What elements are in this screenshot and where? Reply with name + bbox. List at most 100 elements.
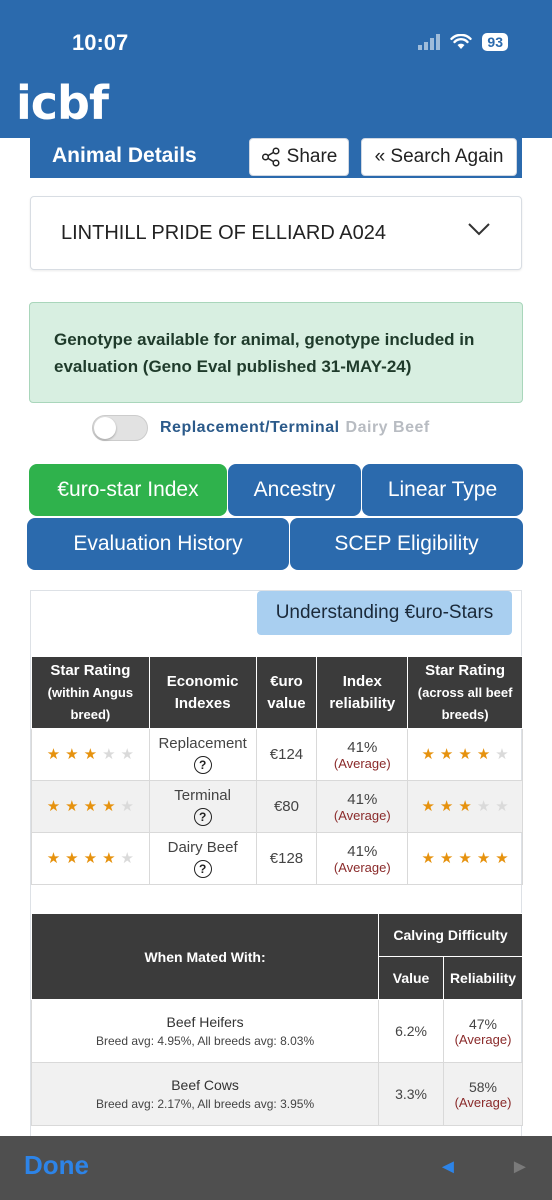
header-index-reliability: Index reliability	[316, 656, 409, 729]
breed-star-rating: ★ ★ ★ ★ ★	[47, 747, 134, 762]
app-header: 10:07 93 icbf	[0, 0, 552, 138]
star-filled-icon: ★	[46, 746, 61, 763]
share-label: Share	[286, 146, 338, 167]
calving-value: 6.2%	[378, 999, 445, 1063]
table-row: Beef Cows Breed avg: 2.17%, All breeds av…	[30, 1062, 523, 1126]
status-icons: 93	[418, 33, 508, 51]
star-empty-icon: ★	[476, 798, 491, 815]
star-filled-icon: ★	[439, 850, 454, 867]
star-filled-icon: ★	[46, 798, 61, 815]
toggle-label-dairy-beef: Dairy Beef	[345, 419, 430, 436]
mated-with-averages: Breed avg: 4.95%, All breeds avg: 8.03%	[95, 1034, 315, 1048]
signal-icon	[418, 34, 441, 50]
index-name: Replacement	[158, 735, 247, 752]
star-filled-icon: ★	[476, 850, 491, 867]
euro-value: €124	[255, 728, 318, 781]
share-icon	[261, 147, 280, 167]
animal-selector[interactable]: LINTHILL PRIDE OF ELLIARD A024	[30, 196, 522, 270]
index-name: Dairy Beef	[167, 839, 238, 856]
next-arrow-icon[interactable]: ►	[510, 1156, 530, 1179]
table-row: ★ ★ ★ ★ ★ Dairy Beef? €128 41% (Average) ★ ★ ★ ★…	[31, 832, 523, 885]
reliability-note: (Average)	[333, 859, 391, 875]
reliability-value: 58%	[468, 1078, 498, 1095]
tab-evaluation-history[interactable]: Evaluation History	[27, 518, 289, 570]
calving-difficulty-table: When Mated With: Calving Difficulty Valu…	[30, 913, 523, 1126]
reliability-note: (Average)	[333, 807, 391, 823]
header-euro-value: €uro value	[255, 656, 318, 729]
header-calving-difficulty: Calving Difficulty	[378, 913, 523, 957]
reliability-note: (Average)	[333, 755, 391, 771]
index-name: Terminal	[174, 787, 231, 804]
help-icon[interactable]: ?	[193, 808, 212, 826]
header-breed-star-rating: Star Rating (within Angus breed)	[31, 656, 150, 729]
help-icon[interactable]: ?	[193, 756, 212, 774]
tab-ancestry[interactable]: Ancestry	[228, 464, 361, 516]
index-toggle[interactable]	[92, 415, 148, 441]
star-filled-icon: ★	[458, 850, 472, 867]
star-filled-icon: ★	[421, 746, 435, 763]
star-filled-icon: ★	[421, 850, 435, 867]
previous-arrow-icon[interactable]: ◄	[438, 1156, 458, 1179]
star-empty-icon: ★	[120, 850, 134, 867]
header-all-breeds-star-rating: Star Rating (across all beef breeds)	[407, 656, 523, 729]
search-again-button[interactable]: « Search Again	[361, 138, 517, 176]
header-mated-with: When Mated With:	[30, 913, 380, 1000]
table-row: Beef Heifers Breed avg: 4.95%, All breeds…	[30, 999, 523, 1063]
genotype-notice: Genotype available for animal, genotype …	[29, 302, 523, 403]
euro-value: €128	[255, 832, 318, 885]
star-empty-icon: ★	[495, 798, 509, 815]
euro-star-panel: Understanding €uro-Stars Star Rating (wi…	[30, 590, 523, 1136]
all-breeds-star-rating: ★ ★ ★ ★ ★	[421, 747, 508, 762]
reliability-value: 41%	[347, 842, 378, 860]
share-button[interactable]: Share	[249, 138, 349, 176]
breed-star-rating: ★ ★ ★ ★ ★	[47, 851, 134, 866]
reliability-note: (Average)	[454, 1094, 512, 1110]
star-empty-icon: ★	[102, 746, 116, 763]
page-content: Animal Details Share « Search Again LINT…	[0, 138, 552, 1136]
index-toggle-row: Replacement/Terminal Dairy Beef	[92, 415, 430, 441]
mated-with-name: Beef Heifers	[166, 1014, 244, 1030]
tab-linear-type[interactable]: Linear Type	[362, 464, 523, 516]
star-filled-icon: ★	[83, 746, 98, 763]
euro-star-table: Star Rating (within Angus breed) Economi…	[31, 656, 523, 885]
reliability-value: 41%	[347, 790, 378, 808]
calving-value: 3.3%	[378, 1062, 445, 1126]
star-filled-icon: ★	[102, 798, 116, 815]
status-time: 10:07	[72, 30, 129, 55]
tab-euro-star-index[interactable]: €uro-star Index	[29, 464, 227, 516]
animal-name: LINTHILL PRIDE OF ELLIARD A024	[61, 222, 386, 244]
star-filled-icon: ★	[458, 746, 472, 763]
mated-with-name: Beef Cows	[171, 1077, 239, 1093]
star-empty-icon: ★	[120, 798, 134, 815]
star-filled-icon: ★	[65, 798, 79, 815]
breed-star-rating: ★ ★ ★ ★ ★	[47, 799, 134, 814]
star-filled-icon: ★	[439, 746, 454, 763]
tab-scep-eligibility[interactable]: SCEP Eligibility	[290, 518, 523, 570]
table-row: ★ ★ ★ ★ ★ Replacement? €124 41% (Average) ★ ★ ★…	[31, 728, 523, 781]
star-filled-icon: ★	[476, 746, 491, 763]
table-row: ★ ★ ★ ★ ★ Terminal? €80 41% (Average) ★ ★ ★ ★ ★	[31, 780, 523, 833]
star-filled-icon: ★	[421, 798, 435, 815]
done-button[interactable]: Done	[24, 1150, 89, 1181]
reliability-note: (Average)	[454, 1031, 512, 1047]
header-reliability: Reliability	[443, 956, 523, 1000]
reliability-value: 47%	[468, 1015, 498, 1032]
wifi-icon	[450, 34, 473, 49]
star-filled-icon: ★	[458, 798, 472, 815]
star-filled-icon: ★	[102, 850, 116, 867]
mated-with-averages: Breed avg: 2.17%, All breeds avg: 3.95%	[95, 1097, 315, 1111]
star-filled-icon: ★	[65, 850, 79, 867]
help-icon[interactable]: ?	[193, 860, 212, 878]
understanding-euro-stars-button[interactable]: Understanding €uro-Stars	[257, 591, 512, 635]
star-filled-icon: ★	[65, 746, 79, 763]
star-filled-icon: ★	[495, 850, 509, 867]
header-value: Value	[378, 956, 445, 1000]
chevron-down-icon	[468, 223, 490, 236]
euro-value: €80	[255, 780, 318, 833]
all-breeds-star-rating: ★ ★ ★ ★ ★	[421, 851, 508, 866]
battery-icon: 93	[482, 33, 508, 51]
star-filled-icon: ★	[83, 850, 98, 867]
star-empty-icon: ★	[495, 746, 509, 763]
star-filled-icon: ★	[83, 798, 98, 815]
star-filled-icon: ★	[46, 850, 61, 867]
